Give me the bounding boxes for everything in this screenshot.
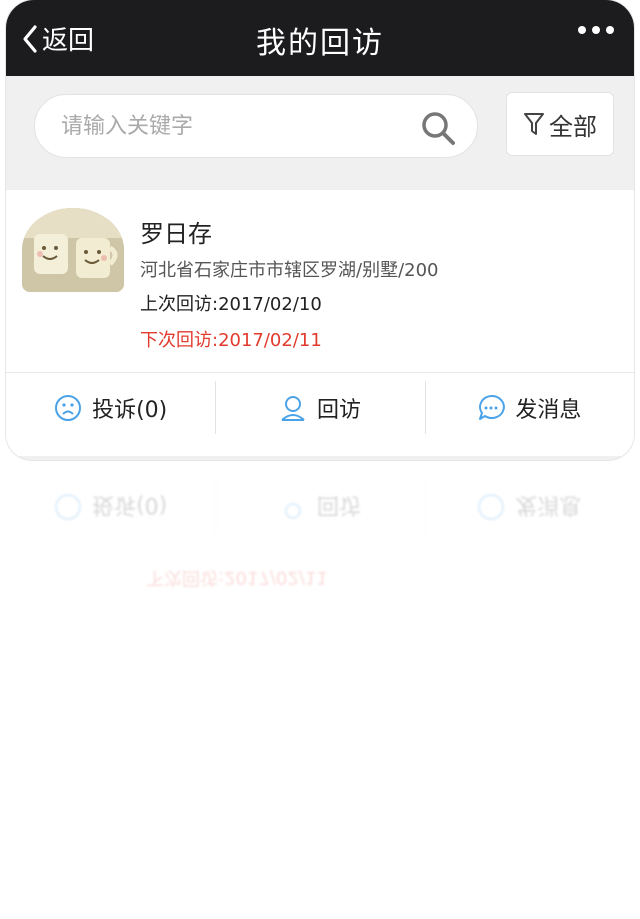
- avatar: [22, 208, 124, 292]
- filter-icon: [524, 113, 544, 135]
- screen-reflection: 投诉(0) 回访 发消息 下次回访:2017/02/11: [6, 462, 634, 588]
- customer-address: 河北省石家庄市市辖区罗湖/别墅/200: [140, 260, 439, 281]
- chat-bubble-icon: [479, 394, 506, 420]
- reflected-complaint: 投诉(0): [6, 472, 215, 542]
- reflected-actions: 投诉(0) 回访 发消息: [6, 472, 634, 542]
- search-input[interactable]: [61, 95, 401, 157]
- reflected-message: 发消息: [425, 472, 634, 542]
- person-icon: [284, 503, 301, 519]
- person-icon: [281, 395, 305, 421]
- revisit-label: 回访: [316, 397, 361, 423]
- complaint-label: 投诉(0): [92, 397, 168, 423]
- reflected-revisit-label: 回访: [316, 492, 361, 517]
- ellipsis-icon[interactable]: [578, 26, 614, 34]
- avatar-mugs-image: [22, 208, 124, 292]
- visit-record-card[interactable]: 罗日存 河北省石家庄市市辖区罗湖/别墅/200 上次回访:2017/02/10 …: [6, 190, 634, 456]
- search-area: 全部: [6, 76, 634, 190]
- search-icon[interactable]: [419, 109, 457, 147]
- revisit-button[interactable]: 回访: [215, 373, 424, 442]
- next-visit-date: 下次回访:2017/02/11: [140, 330, 322, 351]
- card-actions: 投诉(0) 回访 发消息: [6, 372, 634, 442]
- send-message-label: 发消息: [515, 397, 582, 423]
- reflected-message-label: 发消息: [515, 492, 582, 517]
- reflected-next-visit: 下次回访:2017/02/11: [146, 567, 328, 588]
- chat-bubble-icon: [478, 494, 505, 520]
- last-visit-date: 上次回访:2017/02/10: [140, 294, 322, 315]
- reflected-revisit: 回访: [215, 472, 424, 542]
- send-message-button[interactable]: 发消息: [424, 373, 634, 442]
- filter-button[interactable]: 全部: [506, 92, 614, 156]
- reflected-complaint-label: 投诉(0): [92, 492, 168, 517]
- complaint-face-icon: [55, 394, 82, 421]
- navigation-bar: 返回 我的回访: [6, 0, 634, 76]
- page-title: 我的回访: [256, 26, 384, 61]
- filter-label: 全部: [549, 112, 597, 141]
- search-box: [34, 94, 478, 158]
- complaint-face-icon: [55, 494, 82, 520]
- app-screen: 返回 我的回访 全部: [6, 0, 634, 460]
- customer-name: 罗日存: [140, 220, 212, 248]
- complaint-button[interactable]: 投诉(0): [6, 373, 215, 442]
